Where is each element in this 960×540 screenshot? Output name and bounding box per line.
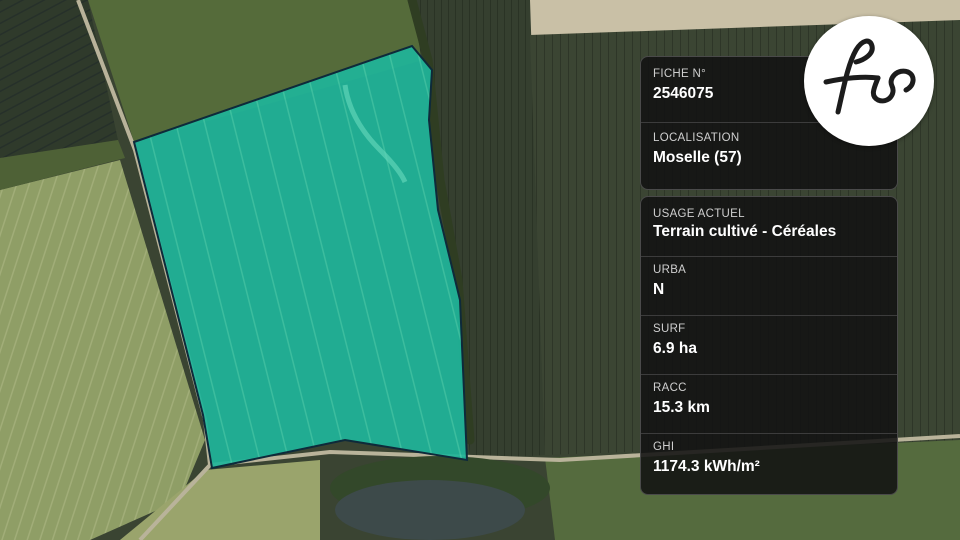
urba-value: N [653, 281, 665, 298]
fs-monogram-icon [823, 38, 916, 115]
ghi-value: 1174.3 kWh/m² [653, 458, 760, 475]
usage-value: Terrain cultivé - Céréales [653, 223, 837, 240]
field-ghi: GHI 1174.3 kWh/m² [641, 434, 897, 494]
field-urba: URBA N [641, 257, 897, 316]
field-usage: USAGE ACTUEL Terrain cultivé - Céréales [641, 197, 897, 257]
fs-logo [804, 16, 934, 146]
info-card-bottom: USAGE ACTUEL Terrain cultivé - Céréales … [640, 196, 898, 495]
urba-label: URBA [653, 264, 687, 276]
field-racc: RACC 15.3 km [641, 375, 897, 434]
ghi-label: GHI [653, 441, 675, 453]
field-surf: SURF 6.9 ha [641, 316, 897, 375]
racc-label: RACC [653, 382, 687, 394]
surf-value: 6.9 ha [653, 340, 697, 357]
racc-value: 15.3 km [653, 399, 710, 416]
surf-label: SURF [653, 323, 686, 335]
pond [335, 480, 525, 540]
localisation-value: Moselle (57) [653, 149, 742, 166]
usage-label: USAGE ACTUEL [653, 208, 745, 220]
